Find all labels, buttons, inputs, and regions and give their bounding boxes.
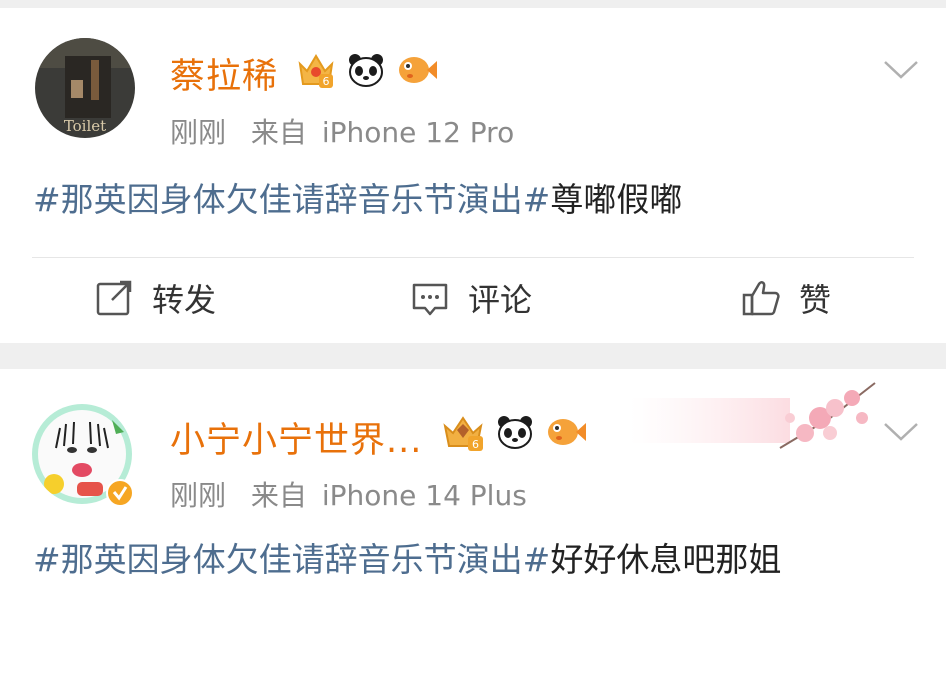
blossom-decoration [630,382,876,449]
panda-icon[interactable] [495,412,535,452]
repost-button[interactable]: 转发 [94,276,216,320]
chevron-down-icon[interactable] [882,420,920,444]
hashtag-link[interactable]: #那英因身体欠佳请辞音乐节演出# [33,180,550,219]
comment-icon [412,283,448,316]
verified-icon [106,479,134,507]
badge-level: 6 [472,438,479,451]
post-meta: 刚刚 来自 iPhone 14 Plus [170,474,527,514]
post-content: #那英因身体欠佳请辞音乐节演出#尊嘟假嘟 [33,174,903,226]
fish-icon[interactable] [545,412,587,452]
user-badges: 6 [441,412,587,452]
username[interactable]: 蔡拉稀 [170,48,278,99]
post-time: 刚刚 [170,479,227,512]
chevron-down-icon[interactable] [882,58,920,82]
username[interactable]: 小宁小宁世界... [170,412,422,463]
divider [32,257,914,258]
user-badges: 6 [296,50,438,90]
like-label: 赞 [799,281,832,319]
like-button[interactable]: 赞 [741,276,831,320]
avatar-sign-text: Toilet [64,117,106,135]
crown-badge-icon[interactable]: 6 [296,50,336,90]
hashtag-link[interactable]: #那英因身体欠佳请辞音乐节演出# [33,540,550,579]
crown-badge-icon[interactable]: 6 [441,412,485,452]
comment-label: 评论 [468,281,533,319]
badge-level: 6 [323,75,330,88]
device-name: iPhone 12 Pro [321,116,515,149]
avatar[interactable]: Toilet [35,38,135,138]
device-name: iPhone 14 Plus [321,479,527,512]
source-label: 来自 [250,479,307,512]
like-icon [742,281,780,316]
repost-label: 转发 [152,281,217,319]
post-time: 刚刚 [170,116,227,149]
fish-icon[interactable] [396,50,438,90]
top-separator [0,0,946,8]
comment-button[interactable]: 评论 [410,276,532,320]
panda-icon[interactable] [346,50,386,90]
post-content: #那英因身体欠佳请辞音乐节演出#好好休息吧那姐 [33,534,903,586]
post-text: 好好休息吧那姐 [550,540,782,579]
post-text: 尊嘟假嘟 [550,180,683,219]
repost-icon [96,280,132,316]
post-meta: 刚刚 来自 iPhone 12 Pro [170,111,514,151]
post-separator [0,343,946,369]
source-label: 来自 [250,116,307,149]
